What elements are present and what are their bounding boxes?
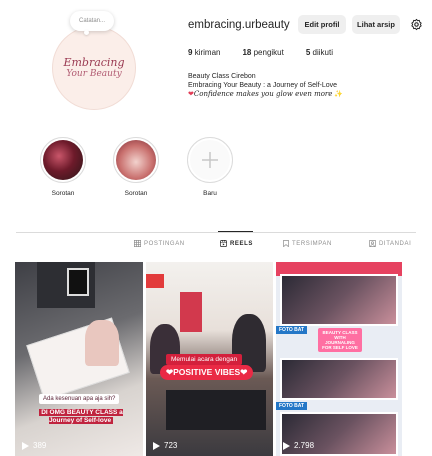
reel-caption: DI OMG BEAUTY CLASS a Journey of Self-lo… bbox=[39, 409, 123, 424]
reels-icon bbox=[220, 240, 227, 247]
reel-views: 2.798 bbox=[283, 441, 314, 450]
play-icon bbox=[283, 441, 290, 450]
reel-caption: FOTO BAT bbox=[276, 402, 308, 410]
highlight-cover bbox=[116, 140, 156, 180]
highlight-label: Sorotan bbox=[51, 190, 75, 197]
followers-stat[interactable]: 18 pengikut bbox=[242, 48, 283, 57]
following-stat[interactable]: 5 diikuti bbox=[306, 48, 333, 57]
bio-quote: ❤Confidence makes you glow even more ✨ bbox=[188, 90, 344, 98]
tagged-icon bbox=[369, 240, 376, 247]
tab-tagged[interactable]: DITANDAI bbox=[369, 240, 411, 247]
reel-caption: BEAUTY CLASS WITH JOURNALING FOR SELF LO… bbox=[318, 328, 362, 352]
profile-stats: 9 kiriman 18 pengikut 5 diikuti bbox=[188, 48, 333, 57]
play-icon bbox=[22, 441, 29, 450]
edit-profile-button[interactable]: Edit profil bbox=[298, 15, 346, 34]
avatar-logo-line2: Your Beauty bbox=[66, 68, 122, 79]
highlight-cover bbox=[43, 140, 83, 180]
reel-caption: Memulai acara dengan bbox=[166, 354, 243, 365]
gear-icon[interactable] bbox=[410, 18, 423, 31]
reel-caption: Ada kesenuan apa aja sih? bbox=[39, 394, 120, 404]
tab-posts[interactable]: POSTINGAN bbox=[134, 240, 185, 247]
reel-caption: FOTO BAT bbox=[276, 326, 308, 334]
reel-caption: ❤POSITIVE VIBES❤ bbox=[160, 365, 254, 380]
reel-thumbnail-shape bbox=[85, 320, 119, 366]
profile-avatar[interactable]: Embracing Your Beauty bbox=[52, 26, 136, 110]
tab-reels[interactable]: REELS bbox=[220, 240, 253, 247]
reel-thumbnail-shape bbox=[67, 268, 89, 296]
highlight-label: Sorotan bbox=[124, 190, 148, 197]
reel-thumbnail-shape bbox=[166, 390, 266, 430]
reel-views: 389 bbox=[22, 441, 46, 450]
profile-username: embracing.urbeauty bbox=[188, 19, 290, 31]
avatar-logo-line1: Embracing bbox=[63, 55, 125, 69]
sparkle-icon: ✨ bbox=[334, 91, 344, 98]
play-icon bbox=[153, 441, 160, 450]
tabs-divider bbox=[16, 232, 416, 233]
highlight-1[interactable]: Sorotan bbox=[38, 137, 88, 197]
tab-saved[interactable]: TERSIMPAN bbox=[283, 240, 332, 247]
active-tab-indicator bbox=[218, 231, 253, 232]
posts-stat: 9 kiriman bbox=[188, 48, 221, 57]
reel-tile-1[interactable]: Ada kesenuan apa aja sih? DI OMG BEAUTY … bbox=[15, 262, 143, 456]
avatar: Embracing Your Beauty bbox=[52, 26, 136, 110]
reel-thumbnail-shape bbox=[146, 274, 164, 288]
bio-tagline: Embracing Your Beauty : a Journey of Sel… bbox=[188, 82, 338, 89]
reel-tile-2[interactable]: Memulai acara dengan ❤POSITIVE VIBES❤ 72… bbox=[146, 262, 273, 456]
highlight-label: Baru bbox=[203, 190, 217, 197]
note-bubble[interactable]: Catatan... bbox=[70, 11, 114, 35]
highlight-2[interactable]: Sorotan bbox=[111, 137, 161, 197]
bio-name: Beauty Class Cirebon bbox=[188, 73, 256, 80]
view-archive-button[interactable]: Lihat arsip bbox=[352, 15, 400, 34]
plus-icon bbox=[202, 152, 218, 168]
reel-thumbnail-shape bbox=[280, 358, 398, 400]
new-highlight-button[interactable]: Baru bbox=[185, 137, 235, 197]
profile-bio: Beauty Class Cirebon Embracing Your Beau… bbox=[188, 72, 343, 99]
reel-tile-3[interactable]: FOTO BAT BEAUTY CLASS WITH JOURNALING FO… bbox=[276, 262, 402, 456]
reel-views: 723 bbox=[153, 441, 177, 450]
grid-icon bbox=[134, 240, 141, 247]
reel-thumbnail-shape bbox=[280, 274, 398, 326]
bookmark-icon bbox=[283, 240, 289, 247]
reel-thumbnail-shape bbox=[180, 292, 202, 332]
